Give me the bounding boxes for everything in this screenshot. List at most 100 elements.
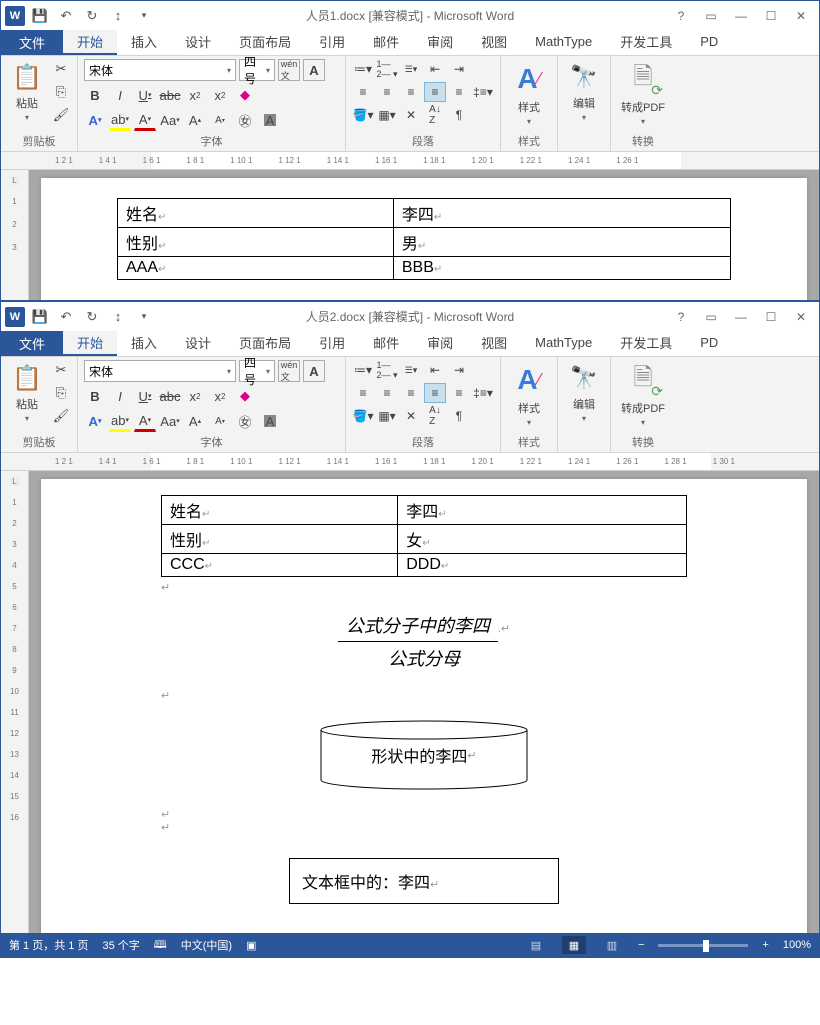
grow-font-button[interactable]: A▴ bbox=[184, 109, 206, 131]
borders-icon[interactable]: ▦▾ bbox=[376, 406, 398, 426]
spell-check-icon[interactable]: 🕮 bbox=[154, 936, 167, 955]
qat-customize-icon[interactable]: ▾ bbox=[133, 306, 155, 328]
tab-mathtype[interactable]: MathType bbox=[521, 30, 606, 55]
zoom-slider[interactable] bbox=[658, 944, 748, 947]
tab-developer[interactable]: 开发工具 bbox=[606, 30, 686, 55]
line-spacing-icon[interactable]: ‡≡▾ bbox=[472, 383, 494, 403]
show-marks-icon[interactable]: ¶ bbox=[448, 406, 470, 426]
minimize-icon[interactable]: — bbox=[727, 5, 755, 27]
align-left-icon[interactable]: ≡ bbox=[352, 82, 374, 102]
formula-object[interactable]: 公式分子中的李四.↵ 公式分母 bbox=[161, 612, 687, 671]
underline-button[interactable]: U ▾ bbox=[134, 385, 156, 407]
tab-references[interactable]: 引用 bbox=[305, 30, 359, 55]
undo-icon[interactable]: ↶ bbox=[55, 306, 77, 328]
save-icon[interactable]: 💾 bbox=[29, 5, 51, 27]
superscript-button[interactable]: x2 bbox=[209, 385, 231, 407]
bullets-icon[interactable]: ≔▾ bbox=[352, 360, 374, 380]
macro-record-icon[interactable]: ▣ bbox=[246, 939, 256, 952]
enclose-characters-icon[interactable]: ㊛ bbox=[234, 109, 256, 131]
find-button[interactable]: 🔭 编辑 ▾ bbox=[564, 360, 604, 425]
align-center-icon[interactable]: ≡ bbox=[376, 82, 398, 102]
tab-mailings[interactable]: 邮件 bbox=[359, 331, 413, 356]
styles-button[interactable]: A⁄ 样式 ▾ bbox=[507, 360, 551, 429]
font-color-icon[interactable]: A ▾ bbox=[134, 410, 156, 432]
increase-indent-icon[interactable]: ⇥ bbox=[448, 360, 470, 380]
subscript-button[interactable]: x2 bbox=[184, 385, 206, 407]
tab-pdf[interactable]: PD bbox=[686, 30, 732, 55]
vertical-ruler[interactable]: L 123 bbox=[1, 170, 29, 300]
touch-mode-icon[interactable]: ↕ bbox=[107, 5, 129, 27]
text-effects-icon[interactable]: A ▾ bbox=[84, 109, 106, 131]
cut-icon[interactable]: ✂ bbox=[51, 360, 71, 380]
numbering-icon[interactable]: 1—2— ▾ bbox=[376, 59, 398, 79]
tab-layout[interactable]: 页面布局 bbox=[225, 30, 305, 55]
tab-developer[interactable]: 开发工具 bbox=[606, 331, 686, 356]
align-right-icon[interactable]: ≡ bbox=[400, 383, 422, 403]
tab-insert[interactable]: 插入 bbox=[117, 331, 171, 356]
multilevel-list-icon[interactable]: ☰▾ bbox=[400, 59, 422, 79]
font-size-combo[interactable]: 四号▾ bbox=[239, 360, 275, 382]
cylinder-shape[interactable]: 形状中的李四↵ bbox=[319, 720, 529, 790]
superscript-button[interactable]: x2 bbox=[209, 84, 231, 106]
character-shading-icon[interactable]: A bbox=[259, 410, 281, 432]
subscript-button[interactable]: x2 bbox=[184, 84, 206, 106]
bold-button[interactable]: B bbox=[84, 385, 106, 407]
line-spacing-icon[interactable]: ‡≡▾ bbox=[472, 82, 494, 102]
tab-mailings[interactable]: 邮件 bbox=[359, 30, 413, 55]
convert-pdf-button[interactable]: 🗎 转成PDF ▾ bbox=[617, 59, 669, 128]
find-button[interactable]: 🔭 编辑 ▾ bbox=[564, 59, 604, 124]
align-left-icon[interactable]: ≡ bbox=[352, 383, 374, 403]
styles-button[interactable]: A⁄ 样式 ▾ bbox=[507, 59, 551, 128]
paste-button[interactable]: 📋 粘贴 ▾ bbox=[7, 360, 47, 425]
language-indicator[interactable]: 中文(中国) bbox=[181, 937, 232, 953]
close-icon[interactable]: ✕ bbox=[787, 306, 815, 328]
tab-home[interactable]: 开始 bbox=[63, 331, 117, 356]
tab-review[interactable]: 审阅 bbox=[413, 30, 467, 55]
align-right-icon[interactable]: ≡ bbox=[400, 82, 422, 102]
align-center-icon[interactable]: ≡ bbox=[376, 383, 398, 403]
underline-button[interactable]: U ▾ bbox=[134, 84, 156, 106]
distributed-icon[interactable]: ≡ bbox=[448, 82, 470, 102]
font-color-icon[interactable]: A ▾ bbox=[134, 109, 156, 131]
tab-layout[interactable]: 页面布局 bbox=[225, 331, 305, 356]
font-name-combo[interactable]: 宋体▾ bbox=[84, 360, 236, 382]
enclose-characters-icon[interactable]: ㊛ bbox=[234, 410, 256, 432]
sort-icon[interactable]: A↓Z bbox=[424, 105, 446, 125]
convert-pdf-button[interactable]: 🗎 转成PDF ▾ bbox=[617, 360, 669, 429]
shading-icon[interactable]: 🪣▾ bbox=[352, 406, 374, 426]
maximize-icon[interactable]: ☐ bbox=[757, 5, 785, 27]
zoom-out-icon[interactable]: − bbox=[638, 939, 644, 951]
read-mode-icon[interactable]: ▤ bbox=[524, 936, 548, 954]
multilevel-list-icon[interactable]: ☰▾ bbox=[400, 360, 422, 380]
copy-icon[interactable]: ⎘ bbox=[51, 383, 71, 403]
sort-icon[interactable]: A↓Z bbox=[424, 406, 446, 426]
italic-button[interactable]: I bbox=[109, 84, 131, 106]
strikethrough-button[interactable]: abc bbox=[159, 385, 181, 407]
font-size-combo[interactable]: 四号▾ bbox=[239, 59, 275, 81]
zoom-in-icon[interactable]: + bbox=[762, 939, 768, 951]
zoom-level[interactable]: 100% bbox=[783, 939, 811, 951]
align-justify-icon[interactable]: ≡ bbox=[424, 82, 446, 102]
tab-mathtype[interactable]: MathType bbox=[521, 331, 606, 356]
grow-font-icon[interactable]: wén文 bbox=[278, 59, 300, 81]
asian-layout-icon[interactable]: ✕ bbox=[400, 105, 422, 125]
bold-button[interactable]: B bbox=[84, 84, 106, 106]
highlight-icon[interactable]: ab ▾ bbox=[109, 109, 131, 131]
close-icon[interactable]: ✕ bbox=[787, 5, 815, 27]
redo-icon[interactable]: ↻ bbox=[81, 306, 103, 328]
grow-font-icon[interactable]: wén文 bbox=[278, 360, 300, 382]
document-page[interactable]: 姓名↵李四↵ 性别↵女↵ CCC↵DDD↵ ↵ 公式分子中的李四.↵ 公式分母 … bbox=[41, 479, 807, 933]
tab-home[interactable]: 开始 bbox=[63, 30, 117, 55]
maximize-icon[interactable]: ☐ bbox=[757, 306, 785, 328]
decrease-indent-icon[interactable]: ⇤ bbox=[424, 360, 446, 380]
increase-indent-icon[interactable]: ⇥ bbox=[448, 59, 470, 79]
character-border-icon[interactable]: A bbox=[303, 59, 325, 81]
paste-button[interactable]: 📋 粘贴 ▾ bbox=[7, 59, 47, 124]
copy-icon[interactable]: ⎘ bbox=[51, 82, 71, 102]
italic-button[interactable]: I bbox=[109, 385, 131, 407]
horizontal-ruler[interactable]: 1 2 11 4 11 6 11 8 11 10 11 12 11 14 11 … bbox=[1, 453, 819, 471]
clear-formatting-icon[interactable]: ◆ bbox=[234, 84, 256, 106]
clear-formatting-icon[interactable]: ◆ bbox=[234, 385, 256, 407]
tab-insert[interactable]: 插入 bbox=[117, 30, 171, 55]
font-name-combo[interactable]: 宋体▾ bbox=[84, 59, 236, 81]
